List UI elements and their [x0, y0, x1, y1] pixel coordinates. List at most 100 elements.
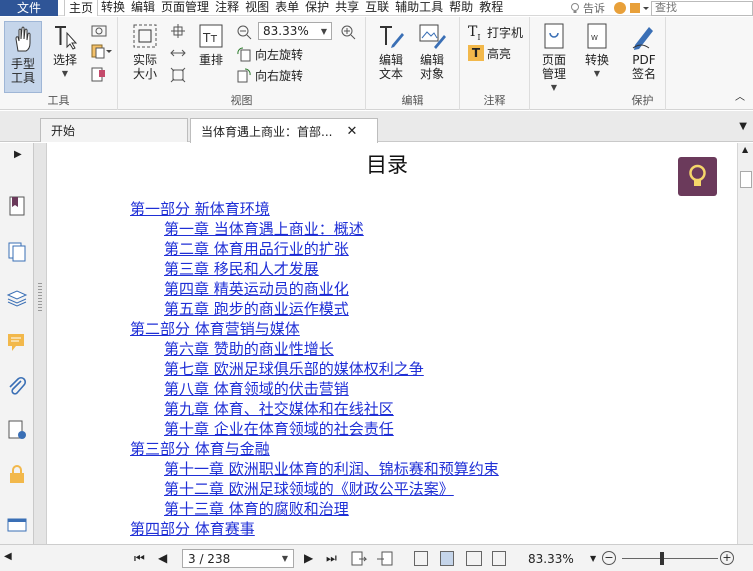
menu-item[interactable]: 教程: [476, 0, 506, 16]
single-page-view-icon[interactable]: [414, 551, 428, 566]
snapshot-icon[interactable]: [90, 23, 108, 37]
menu-item[interactable]: 页面管理: [158, 0, 212, 16]
page-number-input[interactable]: 3 / 238 ▼: [182, 549, 294, 568]
fit-page-icon[interactable]: [170, 23, 186, 39]
file-menu-button[interactable]: 文件: [0, 0, 58, 16]
reflow-button[interactable]: Tт 重排: [196, 21, 226, 67]
toc-chapter-link[interactable]: 第二章 体育用品行业的扩张: [164, 239, 499, 259]
highlight-button[interactable]: T 高亮: [468, 44, 511, 62]
toc-chapter-link[interactable]: 第十三章 体育的腐败和治理: [164, 499, 499, 519]
toc-chapter-link[interactable]: 第三章 移民和人才发展: [164, 259, 499, 279]
zoom-out-status-icon[interactable]: −: [602, 551, 616, 565]
toc-chapter-link[interactable]: 第九章 体育、社交媒体和在线社区: [164, 399, 499, 419]
link-icon[interactable]: [90, 65, 108, 83]
zoom-out-icon[interactable]: [236, 24, 252, 40]
page-manage-button[interactable]: 页面 管理 ▼: [536, 21, 572, 95]
previous-page-icon[interactable]: ◀: [158, 551, 167, 565]
clipboard-icon[interactable]: [90, 43, 112, 59]
splitter-grip[interactable]: [38, 283, 42, 313]
toc-chapter-link[interactable]: 第十章 企业在体育领域的社会责任: [164, 419, 499, 439]
search-input[interactable]: [651, 0, 753, 16]
pdf-sign-button[interactable]: PDF 签名: [626, 21, 662, 81]
menu-item[interactable]: 帮助: [446, 0, 476, 16]
lock-icon[interactable]: [6, 463, 28, 485]
status-zoom-value[interactable]: 83.33%: [528, 552, 574, 566]
previous-view-icon[interactable]: [350, 550, 368, 567]
tab-document[interactable]: 当体育遇上商业：首部... ✕: [190, 118, 378, 143]
close-tab-icon[interactable]: ✕: [346, 124, 357, 139]
scroll-up-icon[interactable]: ▲: [742, 145, 748, 154]
select-text-icon: [55, 26, 78, 50]
scrollbar-thumb[interactable]: [740, 171, 752, 188]
toc-chapter-link[interactable]: 第十一章 欧洲职业体育的利润、锦标赛和预算约束: [164, 459, 499, 479]
toc-part-link[interactable]: 第四部分 体育赛事: [130, 519, 499, 539]
edit-object-button[interactable]: 编辑 对象: [414, 21, 450, 81]
comments-icon[interactable]: [6, 331, 28, 353]
panel-more-icon[interactable]: [6, 513, 28, 535]
menu-item[interactable]: 编辑: [128, 0, 158, 16]
toc-part-link[interactable]: 第二部分 体育营销与媒体: [130, 319, 499, 339]
actual-size-button[interactable]: 实际 大小: [128, 21, 162, 81]
pages-thumbnail-icon[interactable]: [6, 241, 28, 263]
toc-chapter-link[interactable]: 第十二章 欧洲足球领域的《财政公平法案》: [164, 479, 499, 499]
first-page-icon[interactable]: ⏮: [134, 551, 145, 566]
search-options-icon[interactable]: [629, 1, 649, 15]
menu-item[interactable]: 注释: [212, 0, 242, 16]
attachment-icon[interactable]: [6, 375, 28, 397]
feedback-icon[interactable]: [614, 2, 626, 14]
toc-part-link[interactable]: 第三部分 体育与金融: [130, 439, 499, 459]
protect-group-label: 保护: [631, 94, 654, 107]
toc-chapter-link[interactable]: 第四章 精英运动员的商业化: [164, 279, 499, 299]
bookmark-icon[interactable]: [6, 195, 28, 217]
last-page-icon[interactable]: ⏭: [326, 551, 337, 566]
continuous-facing-view-icon[interactable]: [492, 551, 506, 566]
status-bar: ◀ ⏮ ◀ 3 / 238 ▼ ▶ ⏭ 83.33% ▼ − +: [0, 544, 753, 571]
zoom-in-status-icon[interactable]: +: [720, 551, 734, 565]
next-page-icon[interactable]: ▶: [304, 551, 313, 565]
fit-visible-icon[interactable]: [170, 67, 186, 83]
rotate-right-button[interactable]: 向右旋转: [236, 66, 303, 84]
toc-chapter-link[interactable]: 第六章 赞助的商业性增长: [164, 339, 499, 359]
toc-part-link[interactable]: 第一部分 新体育环境: [130, 199, 499, 219]
expand-panel-icon[interactable]: ▶: [14, 149, 22, 160]
zoom-slider[interactable]: [622, 558, 718, 559]
hand-tool-button[interactable]: 手型 工具: [4, 21, 42, 93]
menu-item[interactable]: 共享: [332, 0, 362, 16]
collapse-ribbon-icon[interactable]: ︿: [735, 88, 745, 103]
document-view[interactable]: 目录 第一部分 新体育环境 第一章 当体育遇上商业：概述 第二章 体育用品行业的扩张…: [48, 143, 737, 544]
status-zoom-dropdown-icon[interactable]: ▼: [590, 554, 596, 563]
panel-splitter[interactable]: [34, 143, 47, 544]
convert-button[interactable]: W 转换 ▼: [580, 21, 614, 81]
vertical-scrollbar[interactable]: ▲: [737, 143, 753, 544]
tab-start[interactable]: 开始: [40, 118, 188, 142]
toc-chapter-link[interactable]: 第一章 当体育遇上商业：概述: [164, 219, 499, 239]
edit-text-button[interactable]: 编辑 文本: [374, 21, 408, 81]
zoom-slider-handle[interactable]: [660, 552, 664, 565]
rotate-left-button[interactable]: 向左旋转: [236, 45, 303, 63]
signatures-icon[interactable]: [6, 419, 28, 441]
typewriter-button[interactable]: TI 打字机: [468, 23, 523, 42]
rotate-right-label: 向右旋转: [255, 68, 304, 83]
toc-chapter-link[interactable]: 第七章 欧洲足球俱乐部的媒体权利之争: [164, 359, 499, 379]
facing-view-icon[interactable]: [466, 551, 482, 566]
next-view-icon[interactable]: [376, 550, 394, 567]
tips-button[interactable]: [678, 157, 717, 196]
menu-item[interactable]: 辅助工具: [392, 0, 446, 16]
zoom-select[interactable]: 83.33% ▼: [258, 22, 332, 40]
zoom-in-icon[interactable]: [340, 24, 356, 40]
continuous-view-icon[interactable]: [440, 551, 454, 566]
menu-item[interactable]: 视图: [242, 0, 272, 16]
fit-width-icon[interactable]: [170, 45, 186, 61]
menu-item[interactable]: 转换: [98, 0, 128, 16]
menu-item[interactable]: 保护: [302, 0, 332, 16]
menu-item[interactable]: 互联: [362, 0, 392, 16]
layers-icon[interactable]: [6, 287, 28, 309]
toc-chapter-link[interactable]: 第五章 跑步的商业运作模式: [164, 299, 499, 319]
toc-chapter-link[interactable]: 第八章 体育领域的伏击营销: [164, 379, 499, 399]
tell-me[interactable]: 告诉: [569, 0, 605, 16]
select-button[interactable]: 选择 ▼: [48, 21, 82, 81]
menu-item[interactable]: 主页: [64, 0, 99, 16]
tab-list-dropdown-icon[interactable]: ▼: [739, 121, 747, 132]
status-left-arrow-icon[interactable]: ◀: [4, 551, 12, 562]
menu-item[interactable]: 表单: [272, 0, 302, 16]
